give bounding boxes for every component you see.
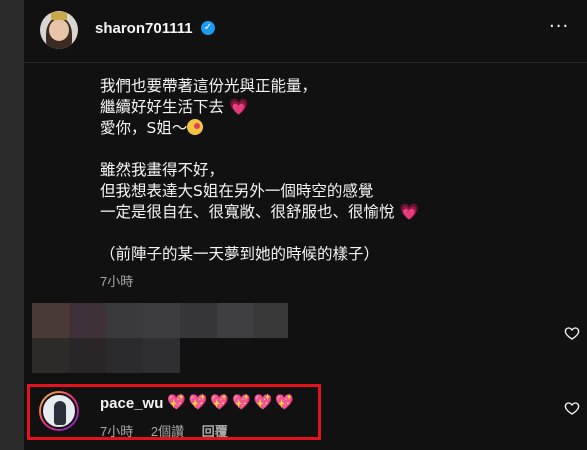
avatar-crown: [51, 12, 67, 20]
caption-text: 愛你，S姐～: [100, 119, 188, 137]
post-header: sharon701111 ✓ ···: [24, 0, 587, 63]
caption-line: 愛你，S姐～: [100, 118, 560, 139]
author-avatar[interactable]: [40, 11, 78, 49]
caption-text: 我們也要帶著這份光與正能量，: [100, 77, 318, 95]
caption-text: （前陣子的某一天夢到她的時候的樣子）: [100, 245, 380, 263]
heart-outline-icon[interactable]: [564, 325, 580, 341]
caption-text: 一定是很自在、很寬敞、很舒服也、很愉悅: [100, 203, 395, 221]
caption-text: 但我想表達大S姐在另外一個時空的感覺: [100, 182, 374, 200]
author-username[interactable]: sharon701111: [95, 20, 193, 37]
caption-line: 繼續好好生活下去 💗: [100, 97, 560, 118]
post-timestamp: 7小時: [100, 274, 134, 289]
verified-badge-icon: ✓: [201, 21, 215, 35]
heart-emoji-icon: 💗: [399, 203, 419, 221]
caption-line: 雖然我畫得不好，: [100, 160, 560, 181]
caption-line: （前陣子的某一天夢到她的時候的樣子）: [100, 244, 560, 265]
blurred-comment: [32, 303, 288, 373]
kiss-emoji-icon: [187, 119, 204, 135]
caption-line: 一定是很自在、很寬敞、很舒服也、很愉悅 💗: [100, 202, 560, 223]
post-caption: 我們也要帶著這份光與正能量， 繼續好好生活下去 💗 愛你，S姐～ 雖然我畫得不好…: [100, 76, 560, 265]
heart-emoji-icon: 💗: [228, 98, 249, 116]
heart-outline-icon[interactable]: [564, 400, 580, 416]
post-panel: sharon701111 ✓ ··· 我們也要帶著這份光與正能量， 繼續好好生活…: [24, 0, 587, 450]
caption-line: 但我想表達大S姐在另外一個時空的感覺: [100, 181, 560, 202]
caption-text: 雖然我畫得不好，: [100, 161, 225, 179]
comment-highlight-box: [27, 384, 321, 440]
avatar-face: [49, 19, 69, 41]
more-options-icon[interactable]: ···: [549, 16, 569, 37]
caption-line: 我們也要帶著這份光與正能量，: [100, 76, 560, 97]
caption-text: 繼續好好生活下去: [100, 98, 225, 116]
left-sidebar: [0, 0, 24, 450]
